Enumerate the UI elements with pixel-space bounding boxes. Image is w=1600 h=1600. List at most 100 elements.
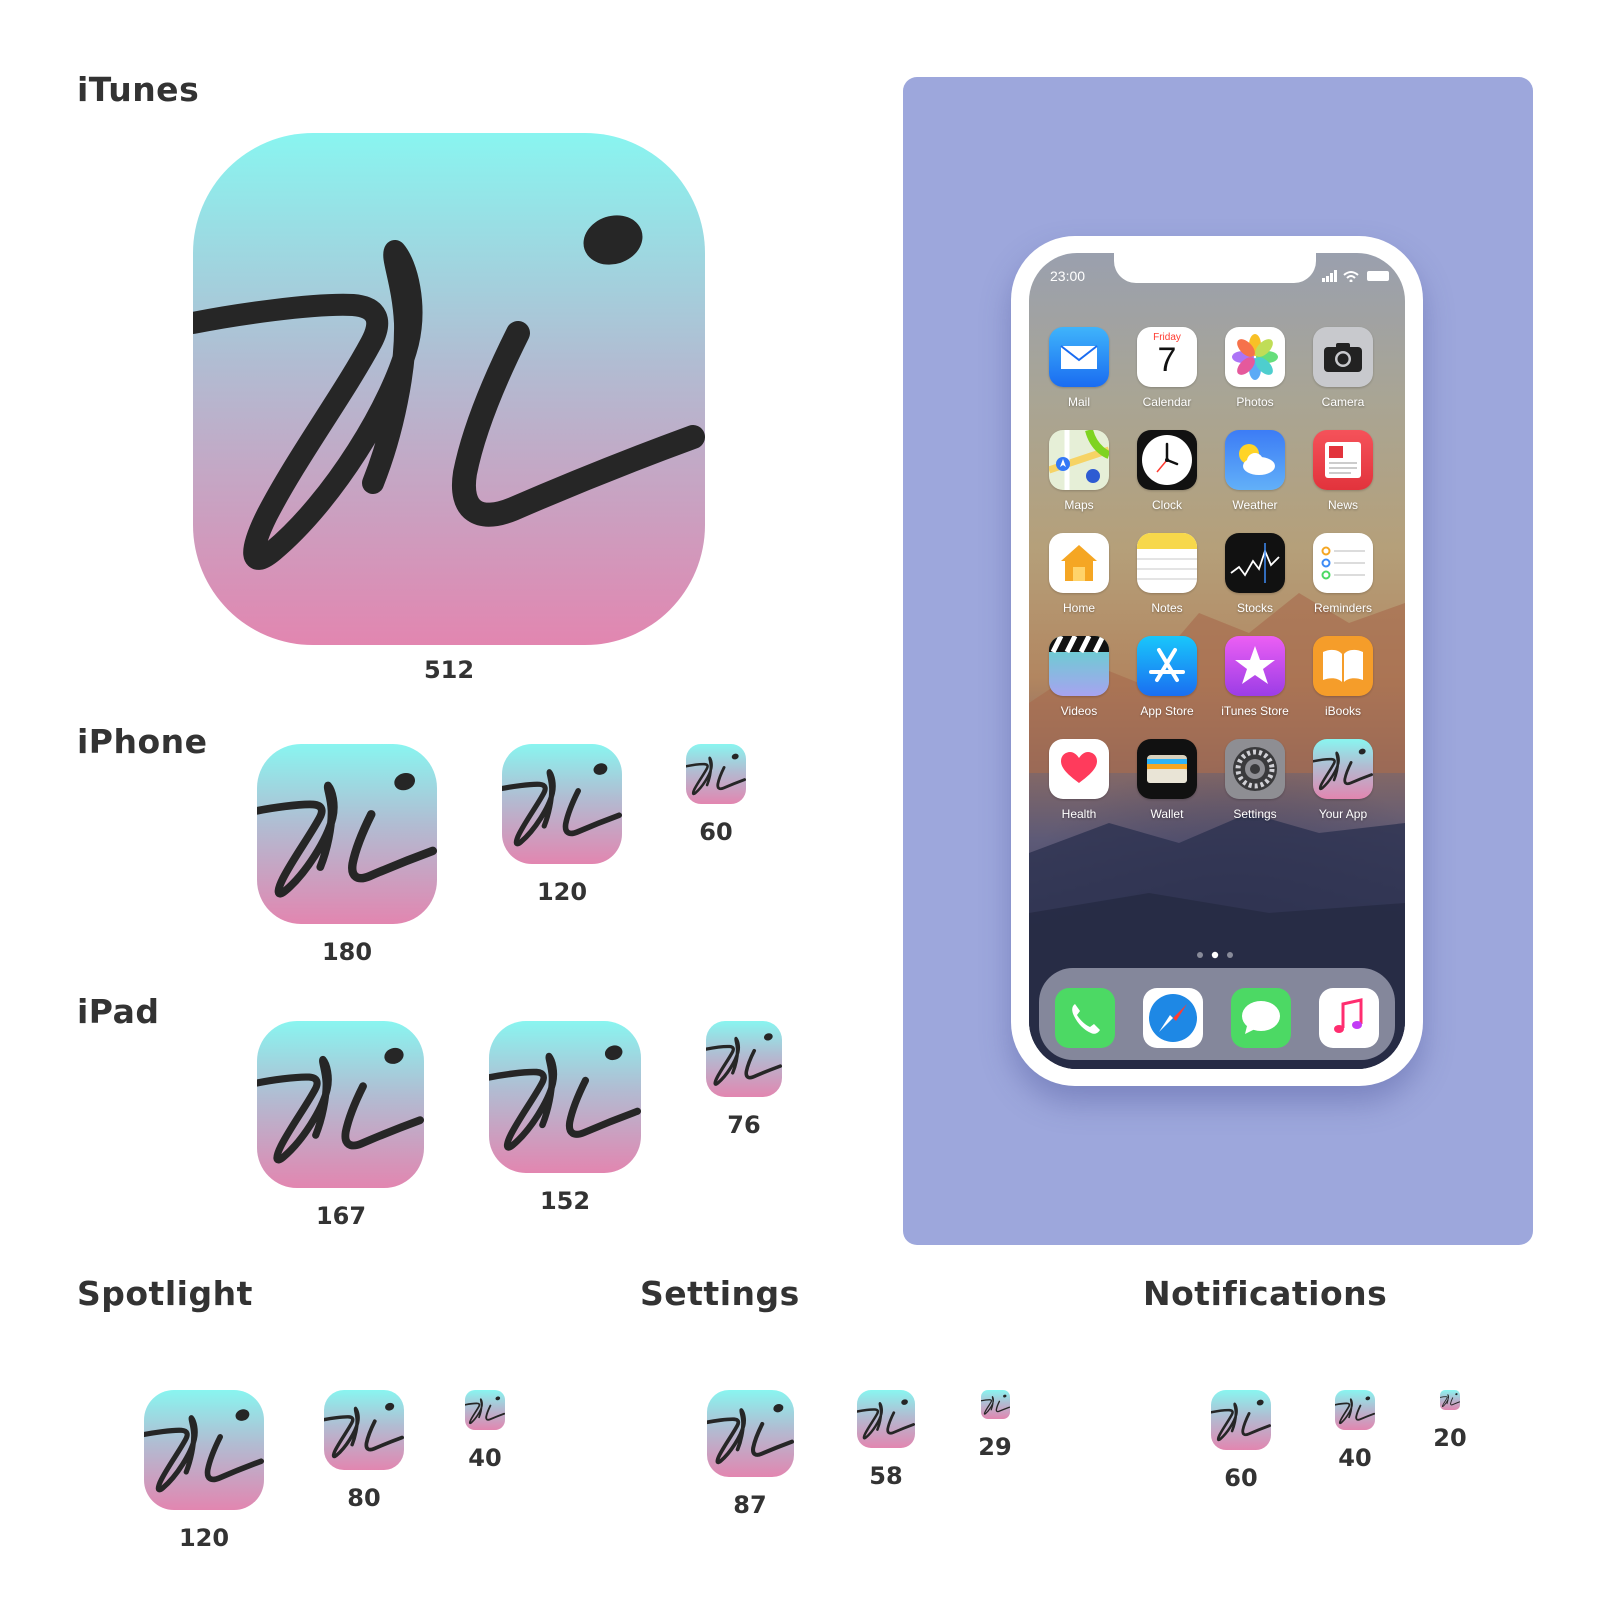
maps-icon bbox=[1049, 430, 1109, 490]
app-icon-itunes-512 bbox=[193, 133, 705, 645]
videos-icon bbox=[1049, 636, 1109, 696]
home-app-label: Photos bbox=[1236, 395, 1274, 409]
music-icon[interactable] bbox=[1319, 988, 1379, 1048]
app-store-icon bbox=[1137, 636, 1197, 696]
wallet-icon bbox=[1137, 739, 1197, 799]
size-label: 76 bbox=[727, 1111, 761, 1139]
vi-logo-icon bbox=[707, 1390, 794, 1477]
size-label: 58 bbox=[869, 1462, 903, 1490]
news-icon bbox=[1313, 430, 1373, 490]
size-label: 180 bbox=[321, 938, 373, 966]
app-icon-ipad-76 bbox=[706, 1021, 782, 1097]
notes-icon bbox=[1137, 533, 1197, 593]
vi-logo-icon bbox=[1313, 739, 1373, 799]
size-label: 40 bbox=[468, 1444, 502, 1472]
vi-logo-icon bbox=[489, 1021, 641, 1173]
wifi-icon bbox=[1343, 271, 1359, 279]
safari-icon[interactable] bbox=[1143, 988, 1203, 1048]
size-label: 512 bbox=[423, 656, 475, 684]
section-title-notifications: Notifications bbox=[1143, 1274, 1388, 1313]
ibooks-icon bbox=[1313, 636, 1373, 696]
home-icon bbox=[1049, 533, 1109, 593]
home-app-label: Settings bbox=[1233, 807, 1277, 821]
home-app-videos[interactable]: Videos bbox=[1035, 636, 1123, 718]
size-label: 20 bbox=[1433, 1424, 1467, 1452]
app-icon-settings-29 bbox=[981, 1390, 1010, 1419]
home-app-reminders[interactable]: Reminders bbox=[1299, 533, 1387, 615]
size-label: 167 bbox=[315, 1202, 367, 1230]
app-icon-ipad-152 bbox=[489, 1021, 641, 1173]
home-app-your-app[interactable]: Your App bbox=[1299, 739, 1387, 821]
health-icon bbox=[1049, 739, 1109, 799]
app-icon-notifications-60 bbox=[1211, 1390, 1271, 1450]
home-app-notes[interactable]: Notes bbox=[1123, 533, 1211, 615]
vi-logo-icon bbox=[857, 1397, 915, 1440]
home-app-label: Wallet bbox=[1150, 807, 1184, 821]
home-app-app-store[interactable]: App Store bbox=[1123, 636, 1211, 718]
vi-logo-icon bbox=[324, 1399, 404, 1459]
size-label: 60 bbox=[699, 818, 733, 846]
app-icon-iphone-60 bbox=[686, 744, 746, 804]
home-app-health[interactable]: Health bbox=[1035, 739, 1123, 821]
home-app-clock[interactable]: Clock bbox=[1123, 430, 1211, 512]
home-app-stocks[interactable]: Stocks bbox=[1211, 533, 1299, 615]
phone-icon[interactable] bbox=[1055, 988, 1115, 1048]
home-app-label: Calendar bbox=[1142, 395, 1192, 409]
mail-icon bbox=[1049, 327, 1109, 387]
home-app-label: Maps bbox=[1064, 498, 1094, 512]
vi-logo-icon bbox=[1211, 1397, 1271, 1442]
home-app-home[interactable]: Home bbox=[1035, 533, 1123, 615]
status-bar-icons bbox=[1322, 270, 1389, 282]
vi-logo-icon bbox=[981, 1393, 1010, 1415]
home-app-label: iBooks bbox=[1324, 704, 1362, 718]
messages-icon[interactable] bbox=[1231, 988, 1291, 1048]
home-app-weather[interactable]: Weather bbox=[1211, 430, 1299, 512]
signal-icon bbox=[1322, 270, 1337, 282]
home-app-label: iTunes Store bbox=[1221, 704, 1289, 718]
battery-icon bbox=[1367, 271, 1389, 281]
itunes-store-icon bbox=[1225, 636, 1285, 696]
app-icon-iphone-120 bbox=[502, 744, 622, 864]
section-title-itunes: iTunes bbox=[77, 70, 200, 109]
home-app-ibooks[interactable]: iBooks bbox=[1299, 636, 1387, 718]
home-app-label: News bbox=[1327, 498, 1358, 512]
size-label: 152 bbox=[539, 1187, 591, 1215]
camera-icon bbox=[1313, 327, 1373, 387]
home-app-label: App Store bbox=[1140, 704, 1194, 718]
status-bar-time: 23:00 bbox=[1050, 268, 1086, 284]
home-app-wallet[interactable]: Wallet bbox=[1123, 739, 1211, 821]
app-icon-spotlight-80 bbox=[324, 1390, 404, 1470]
section-title-ipad: iPad bbox=[77, 992, 160, 1031]
page-indicator[interactable] bbox=[1195, 951, 1245, 959]
home-app-news[interactable]: News bbox=[1299, 430, 1387, 512]
vi-logo-icon bbox=[1335, 1394, 1375, 1425]
home-app-label: Your App bbox=[1318, 807, 1368, 821]
size-label: 60 bbox=[1224, 1464, 1258, 1492]
home-app-settings[interactable]: Settings bbox=[1211, 739, 1299, 821]
home-app-mail[interactable]: Mail bbox=[1035, 327, 1123, 409]
size-label: 120 bbox=[178, 1524, 230, 1552]
calendar-date-label: 7 bbox=[1157, 341, 1177, 379]
vi-logo-icon bbox=[257, 1021, 424, 1188]
size-label: 87 bbox=[733, 1491, 767, 1519]
stocks-icon bbox=[1225, 533, 1285, 593]
home-app-label: Camera bbox=[1321, 395, 1365, 409]
home-app-label: Home bbox=[1062, 601, 1095, 615]
home-app-photos[interactable]: Photos bbox=[1211, 327, 1299, 409]
clock-icon bbox=[1137, 430, 1197, 490]
vi-logo-icon bbox=[144, 1390, 264, 1510]
vi-logo-icon bbox=[193, 133, 705, 645]
app-icon-settings-87 bbox=[707, 1390, 794, 1477]
home-app-label: Clock bbox=[1151, 498, 1182, 512]
home-app-maps[interactable]: Maps bbox=[1035, 430, 1123, 512]
home-app-calendar[interactable]: Friday 7 Calendar bbox=[1123, 327, 1211, 409]
home-app-camera[interactable]: Camera bbox=[1299, 327, 1387, 409]
home-app-label: Mail bbox=[1067, 395, 1090, 409]
settings-icon bbox=[1225, 739, 1285, 799]
size-label: 29 bbox=[978, 1433, 1012, 1461]
vi-logo-icon bbox=[465, 1394, 505, 1425]
home-app-label: Videos bbox=[1060, 704, 1098, 718]
vi-logo-icon bbox=[502, 744, 622, 864]
app-icon-settings-58 bbox=[857, 1390, 915, 1448]
home-app-itunes-store[interactable]: iTunes Store bbox=[1211, 636, 1299, 718]
